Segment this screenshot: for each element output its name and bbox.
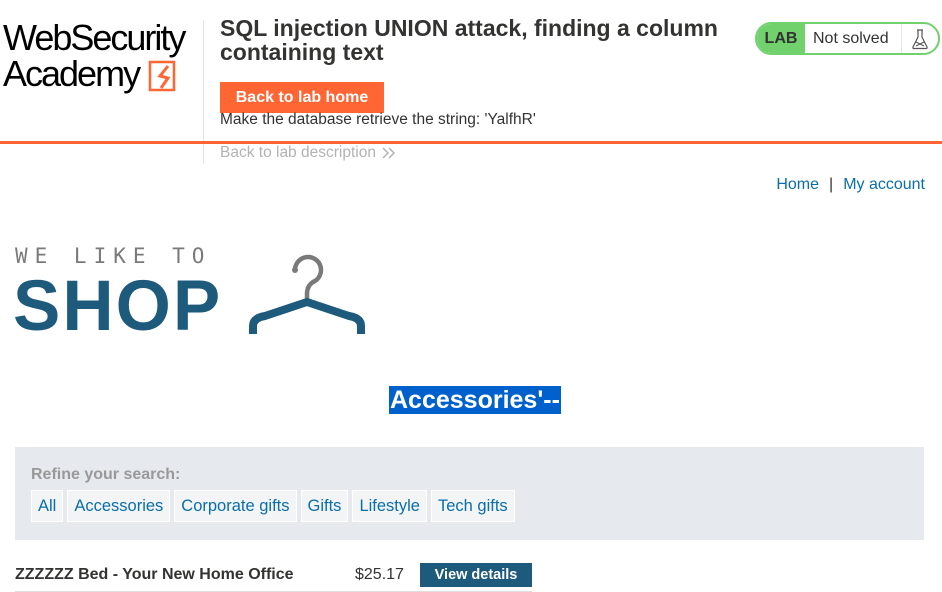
double-chevron-right-icon (382, 147, 396, 159)
filter-panel: Refine your search: All Accessories Corp… (15, 447, 924, 540)
home-link[interactable]: Home (776, 176, 819, 194)
shop-logo-word: SHOP (13, 267, 223, 346)
lab-objective: Make the database retrieve the string: '… (220, 111, 536, 128)
lab-title: SQL injection UNION attack, finding a co… (220, 15, 718, 65)
category-filters: All Accessories Corporate gifts Gifts Li… (31, 490, 515, 522)
web-security-academy-logo[interactable]: WebSecurity Academy (3, 18, 201, 94)
logo-line2: Academy (3, 53, 141, 94)
filter-lifestyle[interactable]: Lifestyle (352, 490, 427, 522)
my-account-link[interactable]: My account (843, 176, 925, 194)
filter-corporate-gifts[interactable]: Corporate gifts (174, 490, 297, 522)
back-to-description-label: Back to lab description (220, 144, 376, 161)
academy-header: WebSecurity Academy SQL injection UNION … (0, 0, 942, 164)
nav-separator: | (829, 176, 834, 193)
product-name: ZZZZZZ Bed - Your New Home Office (15, 566, 294, 583)
product-price: $25.17 (355, 566, 404, 583)
category-heading: Accessories'-- (389, 386, 561, 414)
view-details-button[interactable]: View details (420, 563, 532, 587)
shop-logo[interactable]: WE LIKE TO SHOP (13, 240, 375, 346)
academy-bolt-icon (148, 60, 176, 92)
lab-status-text: Not solved (813, 29, 889, 47)
filter-tech-gifts[interactable]: Tech gifts (430, 490, 515, 522)
back-to-lab-description-link[interactable]: Back to lab description (220, 144, 396, 162)
header-rule (0, 141, 942, 144)
filter-all[interactable]: All (31, 490, 64, 522)
filter-accessories[interactable]: Accessories (67, 490, 171, 522)
shop-nav: Home | My account (776, 176, 925, 194)
refine-search-label: Refine your search: (31, 466, 181, 483)
flask-icon (901, 24, 938, 53)
hanger-icon (249, 254, 365, 334)
table-row: ZZZZZZ Bed - Your New Home Office $25.17… (15, 562, 532, 592)
lab-status-widget: LAB Not solved (755, 22, 940, 55)
logo-line1: WebSecurity (3, 17, 186, 58)
lab-tag: LAB (757, 24, 805, 53)
filter-gifts[interactable]: Gifts (300, 490, 349, 522)
shop-logo-tagline: WE LIKE TO (15, 244, 212, 268)
back-to-lab-home-button[interactable]: Back to lab home (220, 82, 384, 113)
